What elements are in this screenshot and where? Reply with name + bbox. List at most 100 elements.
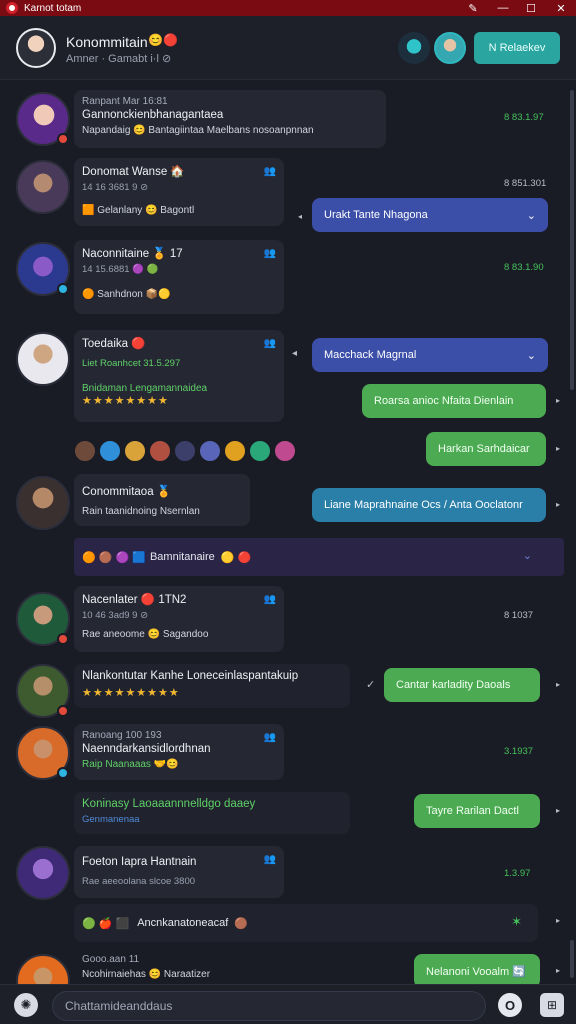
reply-text: Roarsa anioc Nfaita Dienlain — [374, 395, 514, 407]
mini-avatar[interactable] — [124, 440, 146, 462]
avatar[interactable] — [16, 332, 70, 386]
header-action-button[interactable]: N Relaekev — [474, 32, 560, 64]
reply-bubble[interactable]: Liane Maprahnaine Ocs / Anta Ooclatonr — [312, 488, 546, 522]
participant-avatar[interactable] — [434, 32, 466, 64]
send-arrow-icon: ▸ — [556, 966, 561, 975]
minimize-button[interactable]: — — [488, 0, 518, 16]
mini-avatar[interactable] — [149, 440, 171, 462]
mini-avatar[interactable] — [174, 440, 196, 462]
group-bar[interactable]: 🟠 🟤 🟣 🟦 Bamnitanaire 🟡 🔴 ⌄ — [74, 538, 564, 576]
avatar[interactable] — [16, 160, 70, 214]
avatar[interactable] — [16, 242, 70, 296]
scrollbar-thumb[interactable] — [570, 90, 574, 390]
message-time: 8 83.1.90 — [504, 262, 544, 273]
avatar[interactable] — [16, 954, 70, 984]
avatar[interactable] — [16, 726, 70, 780]
message-card[interactable]: Gooo.aan 11 Ncohirnaiehas 😊 Naraatizer — [74, 952, 284, 984]
emoji-picker-icon[interactable]: ✺ — [14, 993, 38, 1017]
message-body: Ncohirnaiehas 😊 Naraatizer — [82, 969, 211, 980]
message-time: 8 1037 — [504, 610, 534, 621]
message-author: Naconnitaine 🏅 17 — [82, 248, 183, 260]
reply-bubble[interactable]: Nelanoni Vooalm 🔄 — [414, 954, 540, 984]
message-card[interactable]: Toedaika 🔴 Liet Roanhcet 31.5.297 Bnidam… — [74, 330, 284, 422]
message-body: Raip Naanaaas 🤝😊 — [82, 759, 179, 770]
message-author: Koninasy Laoaaannnelldgo daaey — [82, 798, 256, 810]
reply-text: Nelanoni Vooalm 🔄 — [426, 965, 526, 978]
reply-bubble[interactable]: Urakt Tante Nhagona ⌄ — [312, 198, 548, 232]
reply-bubble[interactable]: Tayre Rarilan Dactl — [414, 794, 540, 828]
avatar[interactable] — [16, 592, 70, 646]
message-card[interactable]: Naconnitaine 🏅 17 14 15.6881 🟣 🟢 🟠 Sanhd… — [74, 240, 284, 314]
chevron-down-icon[interactable]: ⌄ — [527, 349, 536, 362]
message-card[interactable]: Nlankontutar Kanhe Loneceinlaspantakuip … — [74, 664, 350, 708]
reply-bubble[interactable]: Macchack Magrnal ⌄ — [312, 338, 548, 372]
message-body: Ancnkanatoneacaf — [137, 917, 229, 929]
message-card[interactable]: Koninasy Laoaaannnelldgo daaey Genmanena… — [74, 792, 350, 834]
mini-avatar[interactable] — [249, 440, 271, 462]
rating-stars: ★★★★★★★★ — [82, 395, 169, 407]
apps-icon[interactable]: ⊞ — [540, 993, 564, 1017]
group-icon[interactable]: 👥 — [264, 594, 276, 605]
group-icon[interactable]: 👥 — [264, 732, 276, 743]
mini-avatar[interactable] — [99, 440, 121, 462]
mini-avatar[interactable] — [74, 440, 96, 462]
message-header: Gooo.aan 11 — [82, 954, 140, 965]
reply-bubble[interactable]: Roarsa anioc Nfaita Dienlain — [362, 384, 546, 418]
chat-title: Konommitain — [66, 34, 148, 50]
chat-avatar[interactable] — [16, 28, 56, 68]
message-meta: Liet Roanhcet 31.5.297 — [82, 358, 181, 369]
message-author: Donomat Wanse 🏠 — [82, 166, 185, 178]
avatar[interactable] — [16, 846, 70, 900]
mini-avatar[interactable] — [224, 440, 246, 462]
message-card[interactable]: Ranoang 100 193 Naenndarkansidlordhnan R… — [74, 724, 284, 780]
message-card[interactable]: 🟢 🍎 ⬛ Ancnkanatoneacaf 🟤 ✶ — [74, 904, 538, 942]
message-feed[interactable]: Ranpant Mar 16:81 Gannonckienbhanagantae… — [0, 80, 576, 984]
reply-text: Macchack Magrnal — [324, 349, 417, 361]
avatar[interactable] — [16, 476, 70, 530]
message-card[interactable]: Donomat Wanse 🏠 14 16 3681 9 ⊘ 🟧 Gelanla… — [74, 158, 284, 226]
record-icon[interactable]: O — [498, 993, 522, 1017]
reply-text: Urakt Tante Nhagona — [324, 209, 428, 221]
reaction-emojis: 🟢 🍎 ⬛ — [82, 917, 130, 930]
send-arrow-icon: ▸ — [556, 680, 561, 689]
group-icon[interactable]: 👥 — [264, 248, 276, 259]
reaction-emojis: 🟤 — [234, 917, 249, 930]
scrollbar-thumb[interactable] — [570, 940, 574, 978]
send-arrow-icon: ▸ — [556, 916, 561, 925]
message-time: 8 83.1.97 — [504, 112, 544, 123]
message-body: 🟧 Gelanlany 😊 Bagontl — [82, 205, 195, 216]
message-input[interactable]: Chattamideanddaus — [52, 991, 486, 1021]
message-time: 8 851.301 — [504, 178, 547, 189]
maximize-button[interactable]: ☐ — [516, 0, 546, 16]
avatar[interactable] — [16, 92, 70, 146]
message-card[interactable]: Ranpant Mar 16:81 Gannonckienbhanagantae… — [74, 90, 386, 148]
mini-avatar[interactable] — [199, 440, 221, 462]
avatar[interactable] — [16, 664, 70, 718]
send-arrow-icon: ▸ — [556, 806, 561, 815]
group-icon[interactable]: 👥 — [264, 854, 276, 865]
participant-avatar[interactable] — [398, 32, 430, 64]
reply-bubble[interactable]: Harkan Sarhdaicar — [426, 432, 546, 466]
reaction-emojis: 🟠 🟤 🟣 🟦 — [82, 551, 146, 564]
message-card[interactable]: Conommitaoa 🏅 Rain taanidnoing Nsernlan — [74, 474, 250, 526]
group-icon[interactable]: 👥 — [264, 166, 276, 177]
message-meta: 10 46 3ad9 9 ⊘ — [82, 610, 149, 621]
reply-bubble[interactable]: Cantar karladity Daoals — [384, 668, 540, 702]
group-icon[interactable]: 👥 — [264, 338, 276, 349]
message-title: Gannonckienbhanagantaea — [82, 109, 224, 121]
close-button[interactable]: ✕ — [546, 0, 576, 16]
message-header: Ranoang 100 193 — [82, 730, 162, 741]
mini-avatar[interactable] — [274, 440, 296, 462]
message-body: 🟠 Sanhdnon 📦🟡 — [82, 289, 171, 300]
message-body: Rae aneoome 😊 Sagandoo — [82, 629, 209, 640]
chevron-down-icon[interactable]: ⌄ — [527, 209, 536, 222]
settings-icon[interactable]: ✎ — [458, 0, 488, 16]
sparkle-icon[interactable]: ✶ — [511, 914, 522, 930]
message-body: Napandaig 😊 Bantagiintaa Maelbans nosoan… — [82, 125, 314, 136]
reaction-avatars[interactable] — [74, 432, 299, 470]
chevron-down-icon[interactable]: ⌄ — [523, 549, 532, 562]
message-card[interactable]: Nacenlater 🔴 1TN2 10 46 3ad9 9 ⊘ Rae ane… — [74, 586, 284, 652]
reply-emoji-icon: ◂ — [292, 348, 298, 359]
message-card[interactable]: Foeton Iapra Hantnain Rae aeeoolana slco… — [74, 846, 284, 898]
chat-header: Konommitain 😊🔴 Amner · Gamabt i·l ⊘ N Re… — [0, 16, 576, 80]
